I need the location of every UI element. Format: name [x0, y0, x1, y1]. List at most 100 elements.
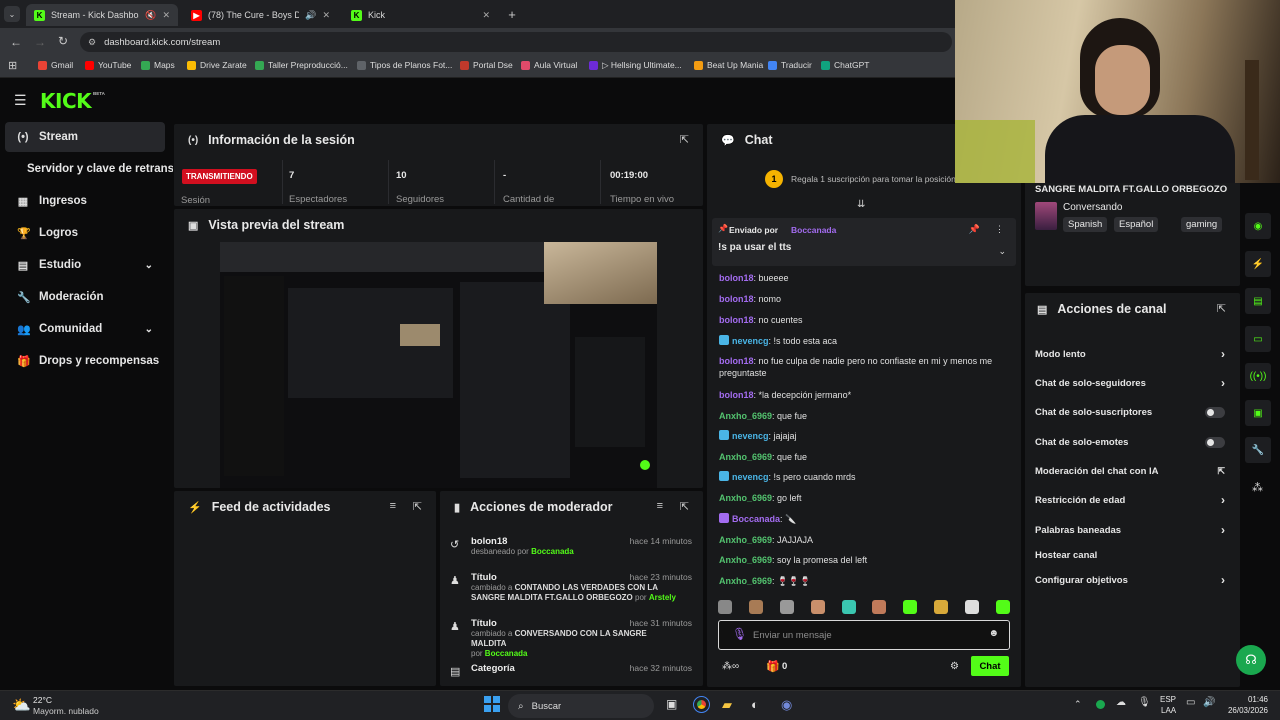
reload-icon[interactable]: ↻ — [58, 34, 68, 48]
monitor-icon[interactable]: ▣ — [1245, 400, 1271, 426]
audio-icon[interactable]: 🔊 — [305, 10, 316, 21]
start-icon[interactable] — [484, 696, 500, 712]
channel-action-row[interactable]: Moderación del chat con IA ⇱ — [1035, 464, 1225, 478]
emote-icon[interactable] — [718, 600, 732, 614]
volume-icon[interactable]: 🔊 — [1203, 697, 1215, 708]
gift-icon[interactable]: 🎁 — [766, 660, 780, 673]
scroll-down-icon[interactable]: ⇊ — [857, 199, 865, 210]
sidebar-item-stream[interactable]: (•) Stream — [5, 122, 165, 152]
forward-icon[interactable]: → — [34, 35, 46, 49]
popout-icon[interactable]: ⇱ — [1217, 302, 1226, 315]
close-tab-icon[interactable]: ✕ — [162, 10, 170, 21]
tray-chevron-icon[interactable]: ⌃ — [1074, 699, 1082, 710]
emote-icon[interactable] — [995, 600, 1010, 614]
mod-action-by[interactable]: Arstely — [649, 593, 676, 602]
emote-icon[interactable] — [748, 600, 763, 614]
more-apps-icon[interactable]: ⁂ — [1252, 481, 1263, 494]
emote-icon[interactable] — [872, 600, 887, 614]
bookmark-item[interactable]: Drive Zarate — [187, 60, 247, 70]
channel-action-row[interactable]: Modo lento › — [1035, 347, 1225, 361]
bookmark-item[interactable]: Beat Up Mania — [694, 60, 763, 70]
emote-icon[interactable] — [779, 600, 794, 614]
bookmark-item[interactable]: Gmail — [38, 60, 73, 70]
clipboard-icon[interactable]: ▤ — [1245, 288, 1271, 314]
close-tab-icon[interactable]: ✕ — [482, 10, 490, 21]
chat-username[interactable]: bolon18 — [719, 273, 754, 283]
chat-username[interactable]: nevencg — [732, 336, 769, 346]
chat-settings-icon[interactable]: ⚙ — [950, 661, 959, 672]
discord-icon[interactable]: ◉ — [781, 697, 792, 713]
sidebar-item-link[interactable]: 👥 Comunidad ⌄ — [5, 314, 165, 344]
clock-date[interactable]: 26/03/2026 — [1220, 706, 1268, 715]
toggle-switch[interactable] — [1205, 436, 1225, 448]
bookmark-item[interactable]: Tipos de Planos Fot... — [357, 60, 452, 70]
points-icon[interactable]: ⁂∞ — [722, 661, 739, 672]
back-icon[interactable]: ← — [10, 35, 22, 49]
chat-username[interactable]: Anxho_6969 — [719, 576, 772, 586]
tab-kick[interactable]: K Kick ✕ — [343, 4, 498, 26]
send-chat-button[interactable]: Chat — [971, 656, 1009, 676]
url-field[interactable]: ⚙ dashboard.kick.com/stream — [80, 32, 952, 52]
channel-action-row[interactable]: Chat de solo-seguidores › — [1035, 376, 1225, 390]
apps-icon[interactable]: ⊞ — [8, 59, 17, 72]
camera-icon[interactable]: ◉ — [1245, 213, 1271, 239]
file-explorer-icon[interactable]: ▰ — [722, 697, 732, 713]
channel-action-row[interactable]: Restricción de edad › — [1035, 493, 1225, 507]
channel-action-row[interactable]: Configurar objetivos › — [1035, 573, 1225, 587]
tab-search-icon[interactable]: ⌄ — [4, 6, 20, 22]
popout-icon[interactable]: ⇱ — [680, 133, 689, 146]
wrench-icon[interactable]: 🔧 — [1245, 437, 1271, 463]
mute-icon[interactable]: 🔇 — [145, 10, 156, 21]
channel-action-row[interactable]: Palabras baneadas › — [1035, 523, 1225, 537]
broadcast-icon[interactable]: ((•)) — [1245, 363, 1271, 389]
chat-username[interactable]: Anxho_6969 — [719, 535, 772, 545]
obs-icon[interactable]: ◐ — [751, 697, 759, 712]
emoji-icon[interactable]: ☻ — [988, 628, 999, 639]
sidebar-item-link[interactable]: ▦ Ingresos — [5, 186, 165, 216]
chat-username[interactable]: Anxho_6969 — [719, 411, 772, 421]
sidebar-item-link[interactable]: ▤ Estudio ⌄ — [5, 250, 165, 280]
keyboard-lang[interactable]: ESP — [1160, 695, 1176, 704]
wifi-icon[interactable]: ☁ — [1116, 697, 1126, 708]
expand-icon[interactable]: ⌄ — [998, 246, 1006, 257]
bookmark-item[interactable]: YouTube — [85, 60, 131, 70]
tag[interactable]: Spanish — [1063, 217, 1108, 232]
emote-icon[interactable] — [965, 600, 979, 614]
kick-logo[interactable]: KICK — [40, 89, 92, 113]
chat-username[interactable]: bolon18 — [719, 315, 754, 325]
bookmark-item[interactable]: Taller Preproducció... — [255, 60, 348, 70]
network-icon[interactable]: ▭ — [1186, 697, 1195, 708]
chat-username[interactable]: Anxho_6969 — [719, 452, 772, 462]
bookmark-item[interactable]: Aula Virtual — [521, 60, 577, 70]
tab-youtube[interactable]: ▶ (78) The Cure - Boys Don't 🔊 ✕ — [183, 4, 338, 26]
chat-username[interactable]: bolon18 — [719, 356, 754, 366]
channel-action-row[interactable]: Chat de solo-suscriptores — [1035, 405, 1225, 419]
tag[interactable]: gaming — [1181, 217, 1223, 232]
stream-category[interactable]: Conversando — [1063, 202, 1122, 213]
popout-icon[interactable]: ⇱ — [680, 500, 689, 513]
chat-username[interactable]: Boccanada — [732, 514, 780, 524]
mic-icon[interactable]: 🎙 — [732, 627, 747, 641]
menu-icon[interactable]: ☰ — [14, 92, 27, 109]
taskbar-search[interactable]: ⌕ Buscar — [508, 694, 654, 718]
emote-icon[interactable] — [934, 600, 949, 614]
unpin-icon[interactable]: 📌 — [969, 224, 980, 235]
mod-action-by[interactable]: Boccanada — [531, 547, 574, 556]
bookmark-item[interactable]: Traducir — [768, 60, 812, 70]
toggle-switch[interactable] — [1205, 406, 1225, 418]
bookmark-item[interactable]: Portal Dse — [460, 60, 513, 70]
filter-icon[interactable]: ≡ — [657, 500, 663, 512]
keyboard-lang-2[interactable]: LAA — [1161, 706, 1176, 715]
task-view-icon[interactable]: ▣ — [666, 697, 677, 711]
bolt-icon[interactable]: ⚡ — [1245, 251, 1271, 277]
weather-icon[interactable]: ⛅ — [12, 696, 31, 714]
mod-action-by[interactable]: Boccanada — [485, 649, 528, 658]
chrome-icon[interactable] — [693, 696, 710, 713]
more-icon[interactable]: ⋮ — [995, 224, 1004, 235]
chat-bubble-icon[interactable]: ▭ — [1245, 326, 1271, 352]
bookmark-item[interactable]: Maps — [141, 60, 175, 70]
chat-username[interactable]: nevencg — [732, 431, 769, 441]
channel-action-row[interactable]: Chat de solo-emotes — [1035, 435, 1225, 449]
chat-username[interactable]: nevencg — [732, 472, 769, 482]
chat-input[interactable]: 🎙 Enviar un mensaje ☻ — [718, 620, 1010, 650]
